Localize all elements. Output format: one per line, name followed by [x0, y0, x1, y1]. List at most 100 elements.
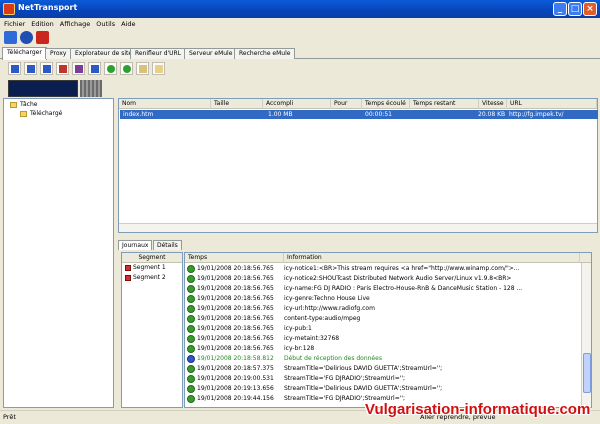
col-temps[interactable]: Temps — [185, 253, 284, 263]
log-time: 19/01/2008 20:18:56.765 — [197, 275, 274, 282]
check-icon — [187, 395, 195, 403]
log-row[interactable]: 19/01/2008 20:18:57.375 StreamTitle='Deli… — [185, 364, 580, 374]
menu-outils[interactable]: Outils — [96, 18, 115, 30]
menu-fichier[interactable]: Fichier — [4, 18, 25, 30]
check-icon — [187, 295, 195, 303]
log-row[interactable]: 19/01/2008 20:18:56.765 content-type:audi… — [185, 314, 580, 324]
maximize-button[interactable]: □ — [568, 2, 582, 16]
tree-node-telecharge[interactable]: Téléchargé — [20, 110, 62, 118]
folder-icon — [10, 101, 17, 108]
check-icon — [187, 365, 195, 373]
log-info: icy-pub:1 — [284, 325, 312, 332]
col-url[interactable]: URL — [507, 99, 597, 109]
col-vitesse[interactable]: Vitesse — [479, 99, 507, 109]
log-time: 19/01/2008 20:18:56.765 — [197, 265, 274, 272]
log-row[interactable]: 19/01/2008 20:18:56.765 icy-url:http://ww… — [185, 304, 580, 314]
new-download-button[interactable] — [8, 62, 21, 75]
log-info: icy-metaint:32768 — [284, 335, 340, 342]
segment-icon — [125, 264, 131, 271]
log-time: 19/01/2008 20:18:56.765 — [197, 295, 274, 302]
col-temps-restant[interactable]: Temps restant — [410, 99, 479, 109]
tree-label-telecharge: Téléchargé — [30, 110, 63, 117]
close-button[interactable]: × — [583, 2, 597, 16]
log-time: 19/01/2008 20:18:56.765 — [197, 305, 274, 312]
minimize-button[interactable]: _ — [553, 2, 567, 16]
delete-button[interactable] — [72, 62, 85, 75]
log-row[interactable]: 19/01/2008 20:18:56.765 icy-pub:1 — [185, 324, 580, 334]
log-header: Temps Information — [185, 253, 591, 263]
start-button[interactable] — [56, 62, 69, 75]
log-row[interactable]: 19/01/2008 20:18:56.765 icy-genre:Techno … — [185, 294, 580, 304]
log-row[interactable]: 19/01/2008 20:18:56.765 icy-br:128 — [185, 344, 580, 354]
tab-explorateur[interactable]: Explorateur de site — [70, 48, 138, 59]
horizontal-scrollbar[interactable] — [119, 223, 597, 232]
segment-icon — [125, 274, 131, 281]
log-row[interactable]: 19/01/2008 20:18:56.765 icy-name:FG DJ RA… — [185, 284, 580, 294]
check-button[interactable] — [88, 62, 101, 75]
row-done: 1.00 MB — [268, 111, 293, 118]
log-info: icy-url:http://www.radiofg.com — [284, 305, 375, 312]
col-pour-cent[interactable]: Pour cent — [331, 99, 362, 117]
log-row[interactable]: 19/01/2008 20:18:56.765 icy-notice2:SHOUT… — [185, 274, 580, 284]
log-time: 19/01/2008 20:19:44.156 — [197, 395, 274, 402]
tab-proxy[interactable]: Proxy — [45, 48, 72, 59]
segment-panel: Segment Segment 1 Segment 2 — [121, 252, 183, 408]
task-tree: Tâche Téléchargé — [3, 98, 114, 408]
segment-item[interactable]: Segment 1 — [122, 263, 182, 273]
check-icon — [187, 345, 195, 353]
segment-header: Segment — [122, 253, 182, 263]
tab-renifleur[interactable]: Renifleur d'URL — [130, 48, 187, 59]
tree-node-tache[interactable]: Tâche — [10, 101, 37, 109]
log-row[interactable]: 19/01/2008 20:19:13.656 StreamTitle='Deli… — [185, 384, 580, 394]
log-info: icy-notice2:SHOUTcast Distributed Networ… — [284, 275, 512, 282]
edit-icon[interactable] — [4, 31, 17, 44]
power-icon[interactable] — [36, 31, 49, 44]
check-icon — [187, 325, 195, 333]
log-row[interactable]: 19/01/2008 20:18:58.812 Début de réceptio… — [185, 354, 580, 364]
log-info: icy-br:128 — [284, 345, 315, 352]
col-temps-ecoule[interactable]: Temps écoulé — [362, 99, 410, 109]
log-row[interactable]: 19/01/2008 20:18:56.765 icy-metaint:32768 — [185, 334, 580, 344]
log-row[interactable]: 19/01/2008 20:19:00.531 StreamTitle='FG D… — [185, 374, 580, 384]
col-information[interactable]: Information — [284, 253, 580, 263]
status-text: Prêt — [3, 413, 16, 421]
segment-item[interactable]: Segment 2 — [122, 273, 182, 283]
tab-serveur-emule[interactable]: Serveur eMule — [184, 48, 238, 59]
menu-edition[interactable]: Edition — [31, 18, 54, 30]
check-icon — [187, 305, 195, 313]
window-title: NetTransport — [18, 3, 78, 12]
tab-details[interactable]: Détails — [153, 240, 182, 250]
progress-strip — [80, 80, 102, 97]
log-time: 19/01/2008 20:19:00.531 — [197, 375, 274, 382]
log-time: 19/01/2008 20:18:56.765 — [197, 345, 274, 352]
log-row[interactable]: 19/01/2008 20:18:56.765 icy-notice1:<BR>T… — [185, 264, 580, 274]
log-info: Début de réception des données — [284, 355, 382, 362]
check-icon — [187, 385, 195, 393]
move-down-button[interactable] — [120, 62, 133, 75]
log-time: 19/01/2008 20:18:58.812 — [197, 355, 274, 362]
log-panel: Temps Information 19/01/2008 20:18:56.76… — [184, 252, 592, 408]
table-row[interactable]: index.htm 1.00 MB 00:00:51 20.08 KB http… — [120, 110, 598, 119]
row-name: index.htm — [123, 111, 154, 118]
vertical-scrollbar[interactable] — [581, 263, 591, 407]
col-taille[interactable]: Taille — [211, 99, 263, 109]
main-toolbar — [0, 30, 600, 46]
open-button[interactable] — [24, 62, 37, 75]
move-up-button[interactable] — [104, 62, 117, 75]
open-folder-button[interactable] — [152, 62, 165, 75]
log-info: content-type:audio/mpeg — [284, 315, 361, 322]
tab-telecharger[interactable]: Télécharger — [2, 47, 47, 60]
menu-aide[interactable]: Aide — [121, 18, 135, 30]
tab-journaux[interactable]: Journaux — [118, 240, 153, 250]
menu-affichage[interactable]: Affichage — [60, 18, 91, 30]
folder-button[interactable] — [136, 62, 149, 75]
speed-graph — [8, 80, 78, 97]
help-icon[interactable] — [20, 31, 33, 44]
check-icon — [187, 315, 195, 323]
download-list-header: Nom Taille Accompli Pour cent Temps écou… — [119, 99, 597, 117]
col-nom[interactable]: Nom — [119, 99, 211, 109]
col-accompli[interactable]: Accompli — [263, 99, 331, 109]
tab-recherche-emule[interactable]: Recherche eMule — [234, 48, 296, 59]
batch-button[interactable] — [40, 62, 53, 75]
scroll-thumb[interactable] — [583, 353, 591, 393]
